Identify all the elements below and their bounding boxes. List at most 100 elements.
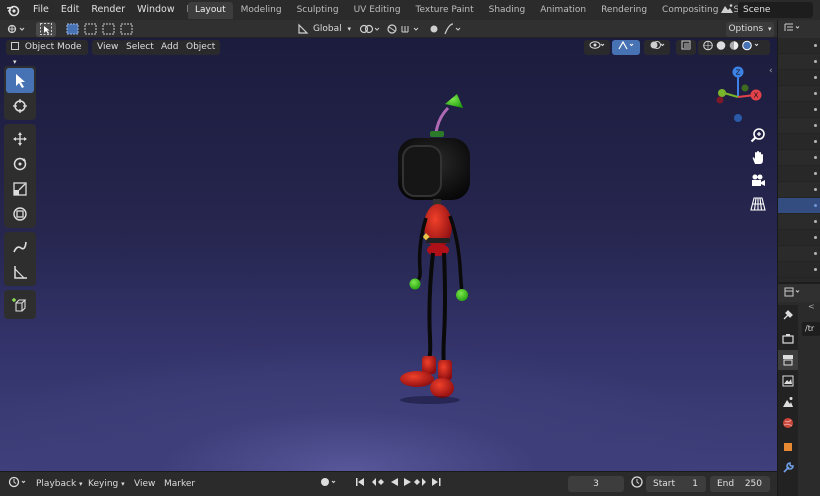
tab-shading[interactable]: Shading [481,2,533,19]
render-properties-icon[interactable] [778,329,798,349]
tool-settings-icon[interactable] [778,305,798,325]
outliner-row[interactable] [778,54,820,70]
neg-z-axis-handle[interactable] [734,114,742,122]
menu-render[interactable]: Render [85,1,131,19]
3d-viewport[interactable] [0,38,777,471]
zoom-icon[interactable] [748,125,768,145]
end-frame-field[interactable]: End 250 [710,476,770,492]
falloff-icon[interactable] [442,22,464,37]
record-keyframe-icon[interactable] [316,476,344,492]
orientation-dropdown[interactable]: Global ▾ [310,22,354,37]
measure-tool-icon[interactable] [6,259,34,284]
jump-keyframe-back-icon[interactable] [372,478,384,486]
timeline-editor-icon[interactable] [4,476,34,492]
scene-selector[interactable]: Scene [720,2,813,18]
outliner-editor-icon[interactable] [784,23,802,36]
play-reverse-icon[interactable] [391,478,398,486]
snap-icon[interactable] [385,22,423,37]
viewport-menu-add[interactable]: Add [156,40,184,55]
move-tool-icon[interactable] [6,126,34,151]
gizmo-toggle-icon[interactable] [612,40,640,55]
transform-tool-icon[interactable] [6,201,34,226]
outliner-row[interactable] [778,230,820,246]
pivot-point-icon[interactable] [358,22,382,37]
selection-mode-icons[interactable] [64,22,136,37]
play-icon[interactable] [404,478,411,486]
select-box-tool-icon[interactable] [6,68,34,93]
clock-icon[interactable] [627,476,647,492]
cursor-tool-icon[interactable] [6,93,34,118]
tab-animation[interactable]: Animation [533,2,594,19]
properties-path-field[interactable]: /tr [802,322,820,336]
proportional-editing-icon[interactable] [428,22,440,37]
jump-start-icon[interactable] [356,478,364,486]
output-properties-icon[interactable] [778,350,798,370]
jump-keyframe-forward-icon[interactable] [414,478,426,486]
start-frame-field[interactable]: Start 1 [646,476,706,492]
tab-uv-editing[interactable]: UV Editing [346,2,408,19]
modifier-wrench-icon[interactable] [778,458,798,478]
overlays-icon[interactable] [644,40,670,55]
properties-editor-icon[interactable] [784,287,802,300]
outliner-row[interactable] [778,182,820,198]
xray-toggle-icon[interactable] [676,40,696,55]
menu-window[interactable]: Window [131,1,180,19]
outliner-row[interactable] [778,102,820,118]
world-properties-icon[interactable] [778,413,798,433]
outliner-row[interactable] [778,86,820,102]
scale-tool-icon[interactable] [6,176,34,201]
annotate-tool-icon[interactable] [6,234,34,259]
jump-end-icon[interactable] [432,478,441,486]
scene-properties-icon[interactable] [778,392,798,412]
outliner-row-selected[interactable] [778,198,820,214]
playback-controls [350,476,450,492]
shading-mode-icons[interactable] [698,40,770,55]
y-axis-handle[interactable] [718,89,726,97]
options-button[interactable]: Options ▾ [726,21,774,37]
viewport-menu-select[interactable]: Select [121,40,159,55]
tab-sculpting[interactable]: Sculpting [289,2,346,19]
viewport-menu-view[interactable]: View [92,40,124,55]
menu-edit[interactable]: Edit [55,1,85,19]
outliner-row[interactable] [778,246,820,262]
outliner-row[interactable] [778,134,820,150]
outliner-row[interactable] [778,166,820,182]
viewport-menu-object[interactable]: Object [181,40,221,55]
tab-modeling[interactable]: Modeling [233,2,289,19]
scene-name-field[interactable]: Scene [738,2,813,18]
collapse-chevron-icon[interactable]: < [808,302,815,311]
editor-type-icon[interactable] [4,22,28,37]
tab-layout[interactable]: Layout [188,2,233,19]
visibility-eye-icon[interactable] [584,40,610,55]
object-mode-label: Object Mode [24,42,82,52]
outliner-row[interactable] [778,150,820,166]
view-layer-icon[interactable] [778,371,798,391]
add-cube-tool-icon[interactable] [6,292,34,317]
menu-file[interactable]: File [27,1,55,19]
keying-menu[interactable]: Keying ▾ [84,476,129,492]
current-frame-field[interactable]: 3 [568,476,624,492]
select-tool-icon[interactable] [36,21,56,37]
tab-compositing[interactable]: Compositing [655,2,726,19]
outliner-row[interactable] [778,38,820,54]
camera-view-icon[interactable] [748,171,768,191]
blender-logo-icon[interactable] [5,2,21,18]
tab-rendering[interactable]: Rendering [594,2,655,19]
playback-menu[interactable]: Playback ▾ [32,476,87,492]
outliner-row[interactable] [778,262,820,278]
object-mode-dropdown[interactable]: Object Mode ▾ [6,40,88,66]
chevron-down-icon: ▾ [347,24,352,33]
navigation-gizmo[interactable]: Z X [710,64,770,126]
tab-texture-paint[interactable]: Texture Paint [408,2,481,19]
perspective-grid-icon[interactable] [748,194,768,214]
outliner-row[interactable] [778,70,820,86]
outliner-row[interactable] [778,118,820,134]
rotate-tool-icon[interactable] [6,151,34,176]
outliner-row[interactable] [778,214,820,230]
object-properties-icon[interactable] [778,437,798,457]
chevron-left-icon[interactable]: ‹ [769,66,773,76]
options-label: Options [728,23,764,34]
timeline-view-menu[interactable]: View [130,476,159,492]
pan-hand-icon[interactable] [748,148,768,168]
marker-menu[interactable]: Marker [160,476,199,492]
